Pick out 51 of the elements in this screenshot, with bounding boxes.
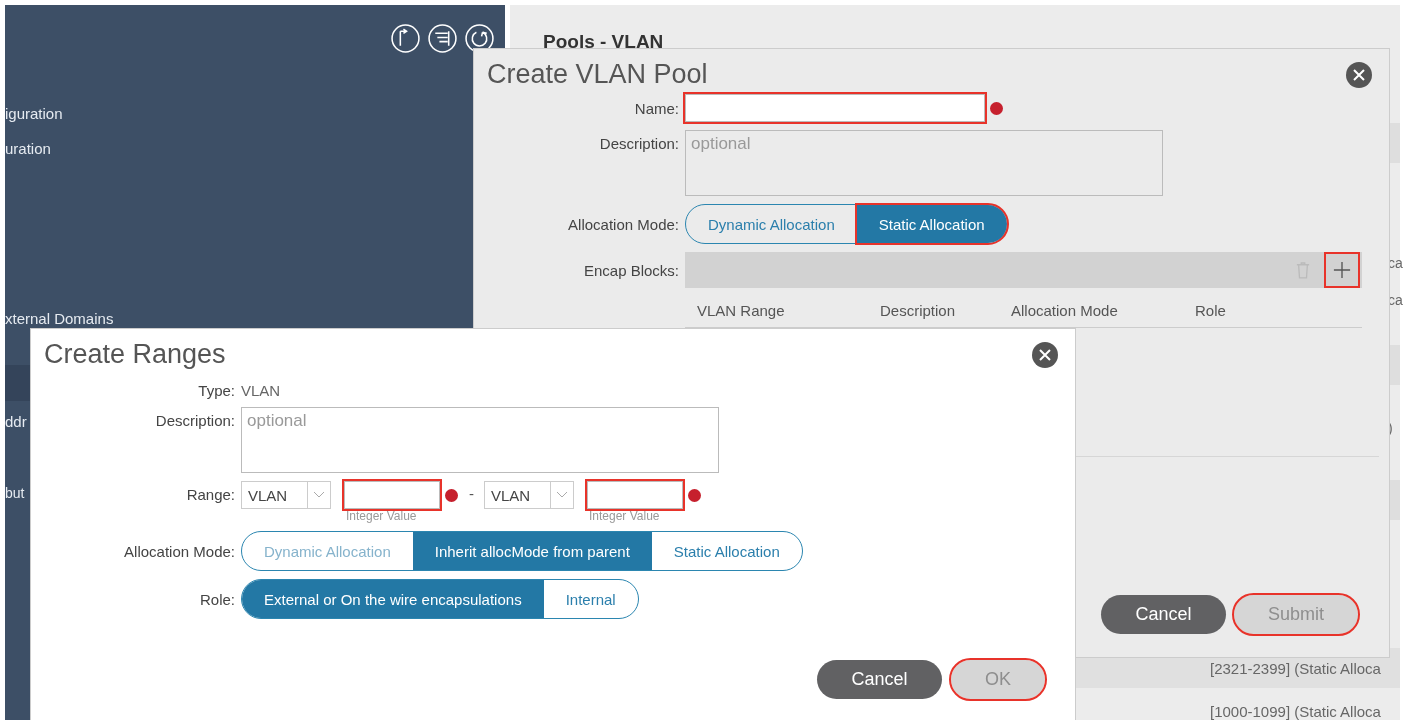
column-header: Role <box>1195 302 1226 319</box>
cancel-button[interactable]: Cancel <box>1101 595 1226 634</box>
field-label: Allocation Mode: <box>123 542 235 560</box>
table-cell: [1000-1099] (Static Alloca <box>1210 702 1381 720</box>
sidebar-item[interactable]: xternal Domains <box>5 310 114 327</box>
range-separator: - <box>469 485 474 502</box>
allocation-option[interactable]: Static Allocation <box>651 532 802 570</box>
caret-icon <box>556 491 568 499</box>
sidebar-item[interactable]: iguration <box>5 105 63 122</box>
field-label: Description: <box>598 135 679 152</box>
close-icon[interactable] <box>1345 60 1373 89</box>
allocation-option[interactable]: Inherit allocMode from parent <box>412 532 652 570</box>
page-title: Pools - VLAN <box>543 31 664 53</box>
refresh-icon[interactable] <box>464 23 495 54</box>
collapse-icon[interactable] <box>390 23 421 54</box>
sidebar-item[interactable]: ddr <box>5 413 27 430</box>
role-option[interactable]: External or On the wire encapsulations <box>242 580 544 618</box>
cancel-button[interactable]: Cancel <box>817 660 942 699</box>
plus-icon <box>1333 261 1351 279</box>
field-hint: Integer Value <box>345 509 418 523</box>
dialog-title: Create Ranges <box>44 339 226 370</box>
sidebar-item[interactable]: uration <box>5 140 51 157</box>
field-label: Type: <box>197 382 235 399</box>
table-cell: [2321-2399] (Static Alloca <box>1210 659 1381 677</box>
integer-field[interactable] <box>587 481 683 509</box>
description-field[interactable]: optional <box>685 130 1163 196</box>
role-option[interactable]: Internal <box>543 580 638 618</box>
field-label: Range: <box>185 486 235 503</box>
dialog-title: Create VLAN Pool <box>487 59 708 90</box>
type-value: VLAN <box>241 382 282 399</box>
column-header: Allocation Mode <box>1011 302 1119 319</box>
allocation-option[interactable]: Static Allocation <box>856 205 1007 243</box>
add-button[interactable] <box>1326 254 1358 286</box>
field-label: Encap Blocks: <box>582 261 679 279</box>
description-field[interactable]: optional <box>241 407 719 473</box>
name-field[interactable] <box>685 94 985 122</box>
close-icon[interactable] <box>1031 340 1059 369</box>
caret-icon <box>313 491 325 499</box>
list-icon[interactable] <box>427 23 458 54</box>
field-label: Allocation Mode: <box>567 215 679 233</box>
field-hint: Integer Value <box>588 509 661 523</box>
field-label: Name: <box>633 99 679 117</box>
integer-field[interactable] <box>344 481 440 509</box>
vlan-select[interactable]: VLAN <box>241 481 331 509</box>
vlan-select[interactable]: VLAN <box>484 481 574 509</box>
column-header: VLAN Range <box>697 302 786 319</box>
column-header: Description <box>880 302 957 319</box>
sidebar-item[interactable]: but <box>5 485 25 501</box>
field-label: Description: <box>154 412 235 429</box>
allocation-option[interactable]: Dynamic Allocation <box>686 205 857 243</box>
field-label: Role: <box>198 590 235 608</box>
